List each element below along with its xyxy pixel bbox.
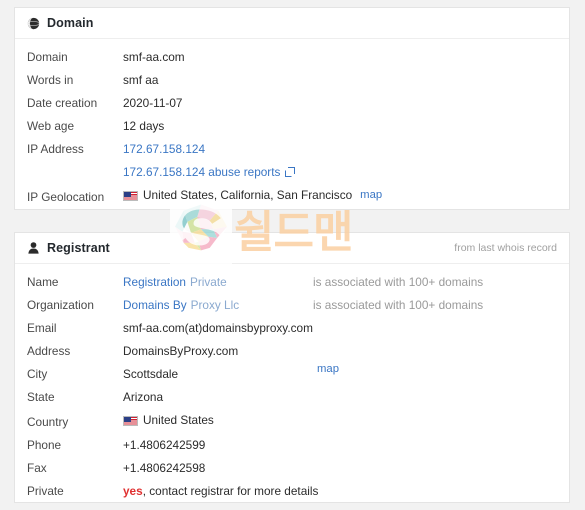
row-value: Domains By Proxy Llc bbox=[123, 294, 313, 317]
row-value: Registration Private bbox=[123, 271, 313, 294]
row-label: City bbox=[27, 367, 48, 381]
row-label: Private bbox=[27, 483, 64, 498]
ip-address-link[interactable]: 172.67.158.124 bbox=[123, 138, 205, 161]
row-name: Name Registration Private is associated … bbox=[15, 271, 569, 294]
geolocation-map-link[interactable]: map bbox=[360, 184, 382, 207]
row-label: IP Address bbox=[27, 142, 84, 156]
row-value: smf-aa.com(at)domainsbyproxy.com bbox=[123, 321, 313, 335]
registrant-card-header: Registrant from last whois record bbox=[15, 233, 569, 264]
row-domain: Domain smf-aa.com bbox=[15, 46, 569, 69]
abuse-reports-link[interactable]: 172.67.158.124 abuse reports bbox=[123, 161, 280, 184]
row-value: +1.4806242599 bbox=[123, 437, 206, 452]
row-value: 12 days bbox=[123, 119, 165, 133]
row-ip-address: IP Address 172.67.158.124 bbox=[15, 138, 569, 161]
person-icon bbox=[27, 242, 40, 255]
row-city: City Scottsdale map bbox=[15, 363, 569, 386]
row-label: Fax bbox=[27, 460, 47, 475]
geolocation-text: United States, California, San Francisco bbox=[143, 188, 353, 202]
row-date-creation: Date creation 2020-11-07 bbox=[15, 92, 569, 115]
row-email: Email smf-aa.com(at)domainsbyproxy.com bbox=[15, 317, 569, 340]
whois-result-page: Domain Domain smf-aa.com Words in smf aa… bbox=[0, 0, 585, 510]
city-map-link[interactable]: map bbox=[317, 363, 339, 375]
registrant-name-soft: Private bbox=[189, 275, 227, 289]
domain-rows: Domain smf-aa.com Words in smf aa Date c… bbox=[15, 39, 569, 213]
row-value: yes , contact registrar for more details bbox=[123, 480, 318, 503]
private-yes-text: yes bbox=[123, 483, 143, 498]
us-flag-icon bbox=[123, 415, 138, 426]
row-label: Organization bbox=[27, 298, 94, 312]
row-label: Web age bbox=[27, 119, 75, 133]
row-value: DomainsByProxy.com bbox=[123, 344, 239, 358]
row-label: State bbox=[27, 390, 55, 404]
row-value: 172.67.158.124 abuse reports bbox=[123, 161, 296, 184]
row-label: Country bbox=[27, 414, 69, 429]
row-abuse-reports: 172.67.158.124 abuse reports bbox=[15, 161, 569, 184]
domain-card-title: Domain bbox=[47, 16, 94, 30]
row-label: Date creation bbox=[27, 96, 98, 110]
registrant-name-link[interactable]: Registration bbox=[123, 271, 186, 294]
private-rest-text: , contact registrar for more details bbox=[142, 483, 319, 498]
row-country: Country United States bbox=[15, 409, 569, 434]
name-association-note: is associated with 100+ domains bbox=[313, 275, 484, 289]
globe-icon bbox=[27, 17, 40, 30]
row-label: Words in bbox=[27, 73, 74, 87]
row-value: Scottsdale bbox=[123, 367, 179, 381]
row-label: Address bbox=[27, 344, 71, 358]
row-private: Private yes , contact registrar for more… bbox=[15, 480, 569, 503]
row-value: smf-aa.com bbox=[123, 50, 185, 64]
row-fax: Fax +1.4806242598 bbox=[15, 457, 569, 480]
country-text: United States bbox=[143, 413, 214, 427]
row-address: Address DomainsByProxy.com bbox=[15, 340, 569, 363]
registrant-rows: Name Registration Private is associated … bbox=[15, 264, 569, 507]
row-value: Arizona bbox=[123, 390, 163, 404]
row-label: Domain bbox=[27, 50, 68, 64]
row-web-age: Web age 12 days bbox=[15, 115, 569, 138]
us-flag-icon bbox=[123, 190, 138, 201]
row-words-in: Words in smf aa bbox=[15, 69, 569, 92]
row-value: 2020-11-07 bbox=[123, 96, 183, 110]
domain-card-header: Domain bbox=[15, 8, 569, 39]
registrant-org-link[interactable]: Domains By bbox=[123, 294, 187, 317]
row-value: United States, California, San Francisco… bbox=[123, 184, 382, 207]
row-state: State Arizona bbox=[15, 386, 569, 409]
external-link-icon bbox=[285, 167, 296, 177]
row-value: +1.4806242598 bbox=[123, 460, 206, 475]
registrant-card: Registrant from last whois record Name R… bbox=[14, 232, 570, 503]
row-label: IP Geolocation bbox=[27, 189, 105, 204]
row-value: 172.67.158.124 bbox=[123, 138, 205, 161]
whois-record-note: from last whois record bbox=[454, 242, 557, 254]
row-label: Email bbox=[27, 321, 57, 335]
org-association-note: is associated with 100+ domains bbox=[313, 298, 484, 312]
row-label: Name bbox=[27, 275, 59, 289]
registrant-org-soft: Proxy Llc bbox=[190, 298, 240, 312]
row-value: United States bbox=[123, 409, 214, 432]
domain-card: Domain Domain smf-aa.com Words in smf aa… bbox=[14, 7, 570, 210]
row-ip-geolocation: IP Geolocation United States, California… bbox=[15, 184, 569, 209]
row-organization: Organization Domains By Proxy Llc is ass… bbox=[15, 294, 569, 317]
row-value: smf aa bbox=[123, 73, 159, 87]
row-phone: Phone +1.4806242599 bbox=[15, 434, 569, 457]
row-label: Phone bbox=[27, 437, 62, 452]
registrant-card-title: Registrant bbox=[47, 241, 110, 255]
